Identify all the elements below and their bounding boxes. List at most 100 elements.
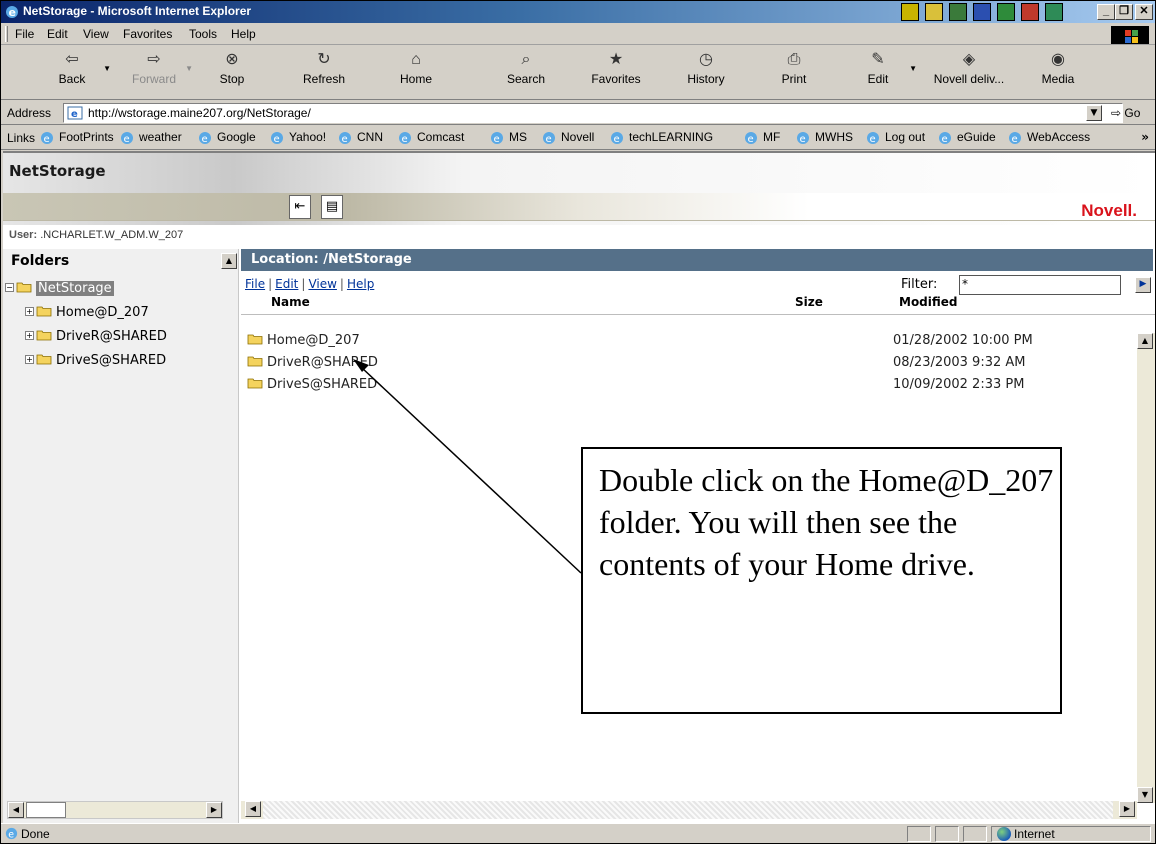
link-mwhs[interactable]: e MWHS (795, 130, 853, 145)
scroll-right-icon[interactable]: ▶ (1119, 801, 1135, 817)
page-status-icon: e (5, 827, 18, 840)
toolbar-grip[interactable] (5, 26, 8, 42)
folders-scroll-up-icon[interactable]: ▲ (221, 253, 237, 269)
file-horizontal-scrollbar[interactable]: ◀ ▶ (241, 801, 1137, 819)
status-panel (963, 826, 987, 842)
expand-icon[interactable]: + (25, 355, 34, 364)
scroll-thumb[interactable] (26, 802, 66, 818)
column-header-size[interactable]: Size (795, 295, 823, 309)
collapse-icon[interactable]: − (5, 283, 14, 292)
ie-page-icon: e (399, 132, 411, 145)
print-button[interactable]: ⎙ Print (759, 50, 829, 86)
edit-dropdown-icon[interactable]: ▼ (909, 64, 917, 73)
favorites-button[interactable]: ★ Favorites (581, 50, 651, 86)
tray-icon-1[interactable] (901, 3, 919, 21)
scroll-down-icon[interactable]: ▼ (1137, 787, 1153, 803)
folder-icon (36, 306, 52, 317)
back-dropdown-icon[interactable]: ▼ (103, 64, 111, 73)
menu-file[interactable]: File (15, 27, 34, 41)
menu-link-edit[interactable]: Edit (275, 277, 298, 291)
scroll-left-icon[interactable]: ◀ (8, 802, 24, 818)
tray-icons (901, 3, 1063, 21)
tree-item-home[interactable]: + Home@D_207 (25, 305, 149, 320)
expand-icon[interactable]: + (25, 331, 34, 340)
novell-delivery-button[interactable]: ◈ Novell deliv... (921, 50, 1017, 86)
link-techlearning[interactable]: e techLEARNING (609, 130, 713, 145)
tree-root-netstorage[interactable]: − NetStorage (5, 281, 114, 296)
forward-dropdown-icon[interactable]: ▼ (185, 64, 193, 73)
link-weather[interactable]: e weather (119, 130, 182, 145)
media-button[interactable]: ◉ Media (1023, 50, 1093, 86)
svg-text:e: e (614, 134, 620, 145)
menu-separator: | (268, 277, 273, 291)
link-cnn[interactable]: e CNN (337, 130, 383, 145)
search-button[interactable]: ⌕ Search (491, 50, 561, 86)
link-ms[interactable]: e MS (489, 130, 527, 145)
minimize-button[interactable]: _ (1097, 4, 1115, 20)
link-google[interactable]: e Google (197, 130, 256, 145)
file-row[interactable]: DriveR@SHARED 08/23/2003 9:32 AM (243, 353, 1143, 375)
menu-link-help[interactable]: Help (347, 277, 374, 291)
close-button[interactable]: ✕ (1135, 4, 1153, 20)
link-footprints[interactable]: e FootPrints (39, 130, 114, 145)
go-button[interactable]: ⇨ Go (1111, 106, 1140, 120)
publisher-icon[interactable] (1045, 3, 1063, 21)
tree-item-drives[interactable]: + DriveS@SHARED (25, 353, 166, 368)
menu-link-file[interactable]: File (245, 277, 265, 291)
folders-horizontal-scrollbar[interactable]: ◀ ▶ (7, 801, 223, 819)
history-icon: ◷ (699, 51, 713, 68)
link-eguide[interactable]: e eGuide (937, 130, 996, 145)
upload-icon[interactable]: ⇤ (289, 195, 311, 219)
powerpoint-icon[interactable] (1021, 3, 1039, 21)
link-log-out[interactable]: e Log out (865, 130, 925, 145)
menu-view[interactable]: View (83, 27, 109, 41)
links-overflow-icon[interactable]: » (1141, 130, 1149, 144)
menu-tools[interactable]: Tools (189, 27, 217, 41)
word-icon[interactable] (973, 3, 991, 21)
filter-go-icon[interactable]: ▶ (1135, 277, 1151, 293)
menu-favorites[interactable]: Favorites (123, 27, 172, 41)
refresh-button[interactable]: ↻ Refresh (289, 50, 359, 86)
file-vertical-scrollbar[interactable]: ▲ ▼ (1137, 333, 1155, 803)
forward-button[interactable]: ⇨ Forward ▼ (119, 50, 193, 86)
address-dropdown-icon[interactable]: ▼ (1086, 105, 1102, 121)
scroll-track[interactable] (263, 801, 1113, 819)
link-label: WebAccess (1027, 130, 1091, 144)
maximize-button[interactable]: ❐ (1115, 4, 1133, 20)
menu-edit[interactable]: Edit (47, 27, 68, 41)
tray-icon-3[interactable] (949, 3, 967, 21)
link-comcast[interactable]: e Comcast (397, 130, 464, 145)
scroll-left-icon[interactable]: ◀ (245, 801, 261, 817)
edit-button[interactable]: ✎ Edit ▼ (843, 50, 917, 86)
link-novell[interactable]: e Novell (541, 130, 594, 145)
tray-icon-2[interactable] (925, 3, 943, 21)
history-button[interactable]: ◷ History (671, 50, 741, 86)
link-webaccess[interactable]: e WebAccess (1007, 130, 1091, 145)
svg-text:e: e (71, 109, 78, 120)
document-icon[interactable]: ▤ (321, 195, 343, 219)
link-yahoo[interactable]: e Yahoo! (269, 130, 326, 145)
excel-icon[interactable] (997, 3, 1015, 21)
back-button[interactable]: ⇦ Back ▼ (37, 50, 111, 86)
back-arrow-icon: ⇦ (65, 51, 79, 68)
scroll-right-icon[interactable]: ▶ (206, 802, 222, 818)
address-input[interactable]: e http://wstorage.maine207.org/NetStorag… (63, 103, 1123, 123)
file-row[interactable]: DriveS@SHARED 10/09/2002 2:33 PM (243, 375, 1143, 397)
column-header-name[interactable]: Name (271, 295, 310, 309)
column-header-modified[interactable]: Modified (899, 295, 958, 309)
tree-item-driver[interactable]: + DriveR@SHARED (25, 329, 167, 344)
file-row[interactable]: Home@D_207 01/28/2002 10:00 PM (243, 331, 1143, 353)
scroll-up-icon[interactable]: ▲ (1137, 333, 1153, 349)
home-button[interactable]: ⌂ Home (381, 50, 451, 86)
link-label: eGuide (957, 130, 996, 144)
menu-help[interactable]: Help (231, 27, 256, 41)
user-value: .NCHARLET.W_ADM.W_207 (40, 229, 184, 241)
link-mf[interactable]: e MF (743, 130, 780, 145)
menu-link-view[interactable]: View (308, 277, 336, 291)
filter-input[interactable]: * (959, 275, 1121, 295)
stop-button[interactable]: ⊗ Stop (197, 50, 267, 86)
link-label: MS (509, 130, 527, 144)
file-name-cell: DriveR@SHARED (247, 355, 378, 370)
expand-icon[interactable]: + (25, 307, 34, 316)
go-label: Go (1124, 106, 1141, 120)
